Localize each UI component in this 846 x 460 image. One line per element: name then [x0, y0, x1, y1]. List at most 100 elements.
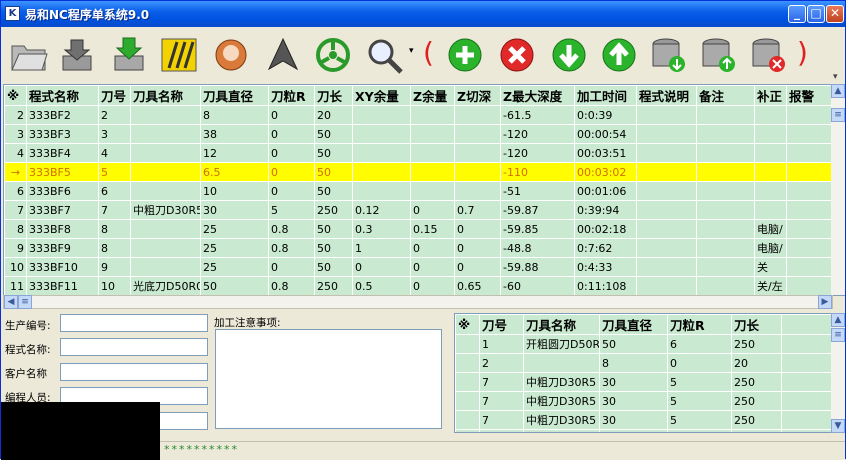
grid-cell[interactable]: 0.5 — [352, 276, 411, 295]
db-up-icon[interactable] — [697, 33, 741, 77]
tool-cell[interactable]: 5 — [667, 391, 732, 411]
grid-cell[interactable]: 00:02:18 — [574, 219, 637, 239]
tool-cell[interactable]: 5 — [667, 372, 732, 392]
grid-cell[interactable]: 50 — [314, 219, 353, 239]
program-name-input[interactable] — [60, 338, 208, 356]
tool-cell[interactable]: 6 — [667, 334, 732, 354]
grid-cell[interactable] — [786, 219, 833, 239]
scroll-right-icon[interactable]: ▶ — [818, 295, 832, 309]
grid-cell[interactable] — [352, 143, 411, 163]
grid-cell[interactable]: 8 — [98, 238, 131, 258]
tool-row[interactable]: 1 开粗圆刀D50R6 50 6 250 — [455, 334, 831, 354]
grid-cell[interactable] — [130, 105, 201, 125]
grid-cell[interactable]: 25 — [200, 219, 269, 239]
grid-cell[interactable] — [696, 105, 755, 125]
grid-cell[interactable] — [636, 200, 697, 220]
grid-cell[interactable]: 50 — [314, 257, 353, 277]
grid-cell[interactable]: 0 — [410, 257, 455, 277]
col-header[interactable]: 刀具名称 — [130, 85, 201, 106]
tool-cell[interactable] — [599, 429, 668, 432]
grid-cell[interactable] — [410, 143, 455, 163]
grid-cell[interactable] — [754, 200, 787, 220]
tool-cell[interactable]: 7 — [479, 372, 524, 392]
grid-cell[interactable] — [636, 257, 697, 277]
grid-cell[interactable]: 333BF2 — [26, 105, 99, 125]
grid-cell[interactable]: 5 — [268, 200, 315, 220]
grid-cell[interactable]: 50 — [314, 143, 353, 163]
grid-cell[interactable] — [696, 238, 755, 258]
grid-cell[interactable]: 250 — [314, 200, 353, 220]
grid-cell[interactable] — [754, 162, 787, 182]
grid-cell[interactable]: 0:4:33 — [574, 257, 637, 277]
search-zoom-icon[interactable] — [363, 33, 407, 77]
grid-cell[interactable] — [786, 124, 833, 144]
grid-cell[interactable]: 50 — [314, 162, 353, 182]
tool-cell[interactable]: 2 — [479, 353, 524, 373]
grid-cell[interactable]: 5 — [98, 162, 131, 182]
table-row[interactable]: 6 333BF6 6 10 0 50 -51 00:01:06 — [4, 181, 833, 201]
tool-cell[interactable]: 开粗圆刀D50R6 — [523, 334, 600, 354]
col-header[interactable]: Z余量 — [410, 85, 455, 106]
scroll-up-icon[interactable]: ▲ — [831, 84, 845, 98]
grid-cell[interactable] — [636, 276, 697, 295]
customer-name-input[interactable] — [60, 363, 208, 381]
grid-cell[interactable] — [754, 143, 787, 163]
grid-cell[interactable] — [130, 238, 201, 258]
grid-cell[interactable] — [786, 238, 833, 258]
grid-cell[interactable] — [786, 181, 833, 201]
grid-cell[interactable]: 6 — [98, 181, 131, 201]
grid-cell[interactable]: 333BF9 — [26, 238, 99, 258]
grid-cell[interactable]: 0 — [268, 143, 315, 163]
tool-cell[interactable] — [523, 429, 600, 432]
title-bar[interactable]: K 易和NC程序单系统9.0 _ □ ✕ — [1, 1, 845, 27]
grid-cell[interactable] — [352, 181, 411, 201]
col-header[interactable]: 加工时间 — [574, 85, 637, 106]
tool-cell[interactable] — [667, 429, 732, 432]
grid-cell[interactable] — [636, 181, 697, 201]
grid-cell[interactable] — [636, 143, 697, 163]
tools-scroll-up-icon[interactable]: ▲ — [831, 313, 845, 327]
grid-cell[interactable] — [636, 238, 697, 258]
grid-cell[interactable] — [786, 162, 833, 182]
grid-cell[interactable]: 电脑/ — [754, 219, 787, 239]
col-header[interactable]: 报警 — [786, 85, 833, 106]
tool-cell[interactable] — [479, 429, 524, 432]
col-header[interactable]: Z切深 — [454, 85, 501, 106]
grid-cell[interactable]: 0.3 — [352, 219, 411, 239]
delete-row-icon[interactable] — [495, 33, 539, 77]
grid-cell[interactable]: 0 — [268, 162, 315, 182]
grid-cell[interactable]: 50 — [314, 181, 353, 201]
grid-cell[interactable] — [410, 124, 455, 144]
grid-cell[interactable] — [454, 124, 501, 144]
grid-cell[interactable] — [352, 105, 411, 125]
table-row[interactable]: 2 333BF2 2 8 0 20 -61.5 0:0:39 — [4, 105, 833, 125]
table-row[interactable]: 3 333BF3 3 38 0 50 -120 00:00:54 — [4, 124, 833, 144]
grid-cell[interactable]: 333BF8 — [26, 219, 99, 239]
grid-cell[interactable] — [130, 257, 201, 277]
tool-cell[interactable]: 5 — [667, 410, 732, 430]
tool-cell[interactable]: 250 — [731, 372, 782, 392]
close-button[interactable]: ✕ — [826, 5, 844, 23]
main-horizontal-scrollbar[interactable]: ◀ ≡ ▶ — [3, 295, 833, 309]
grid-cell[interactable] — [696, 200, 755, 220]
grid-cell[interactable]: 0 — [352, 257, 411, 277]
grid-cell[interactable]: 10 — [200, 181, 269, 201]
grid-cell[interactable] — [410, 105, 455, 125]
scroll-thumb[interactable]: ≡ — [831, 108, 845, 122]
db-delete-icon[interactable] — [747, 33, 791, 77]
maximize-button[interactable]: □ — [807, 5, 825, 23]
move-down-icon[interactable] — [547, 33, 591, 77]
move-up-icon[interactable] — [597, 33, 641, 77]
tool-cell[interactable]: 250 — [731, 410, 782, 430]
tool-row[interactable]: 7 中粗刀D30R5 30 5 250 — [455, 410, 831, 430]
grid-cell[interactable]: 00:03:02 — [574, 162, 637, 182]
grid-cell[interactable]: 关/左 — [754, 276, 787, 295]
main-vertical-scrollbar[interactable]: ▲ ≡ — [831, 84, 845, 295]
grid-cell[interactable] — [786, 143, 833, 163]
grid-cell[interactable]: 光底刀D50R0 — [130, 276, 201, 295]
grid-cell[interactable] — [696, 124, 755, 144]
grid-cell[interactable]: -59.87 — [500, 200, 575, 220]
grid-cell[interactable]: 0 — [454, 257, 501, 277]
grid-cell[interactable]: 0.12 — [352, 200, 411, 220]
grid-cell[interactable]: 20 — [314, 105, 353, 125]
